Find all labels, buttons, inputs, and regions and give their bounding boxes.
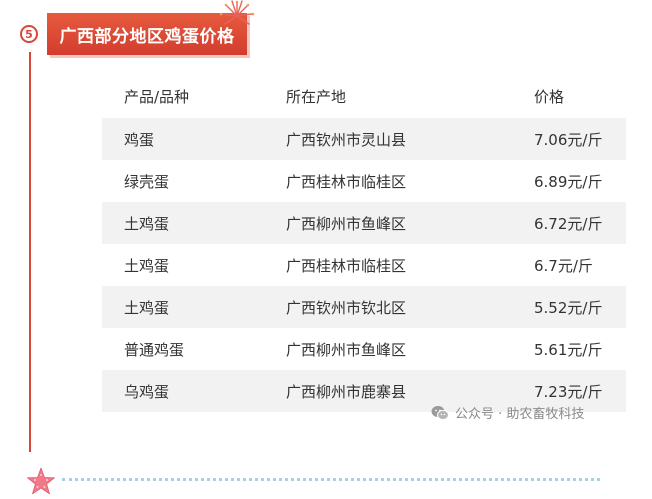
section-number: 5: [25, 27, 33, 41]
egg-price-table: 产品/品种 所在产地 价格 鸡蛋 广西钦州市灵山县 7.06元/斤 绿壳蛋 广西…: [102, 74, 626, 412]
header-product: 产品/品种: [124, 87, 190, 106]
cell-origin: 广西桂林市临桂区: [286, 172, 407, 191]
cell-origin: 广西桂林市临桂区: [286, 256, 407, 275]
cell-product: 鸡蛋: [102, 118, 286, 160]
table-header-row: 产品/品种 所在产地 价格: [102, 74, 626, 118]
cell-origin: 广西钦州市灵山县: [286, 118, 534, 160]
cell-product: 土鸡蛋: [102, 202, 286, 244]
wechat-icon: [431, 405, 449, 420]
section-title: 广西部分地区鸡蛋价格: [59, 26, 235, 47]
cell-product: 土鸡蛋: [124, 256, 170, 275]
table-row: 绿壳蛋 广西桂林市临桂区 6.89元/斤: [102, 160, 626, 202]
cell-origin: 广西柳州市鱼峰区: [286, 202, 534, 244]
dotted-divider: [62, 478, 600, 481]
table-row: 土鸡蛋 广西桂林市临桂区 6.7元/斤: [102, 244, 626, 286]
cell-product: 土鸡蛋: [102, 286, 286, 328]
cell-price: 6.72元/斤: [534, 202, 626, 244]
firework-icon: [219, 0, 255, 25]
cell-price: 7.06元/斤: [534, 118, 626, 160]
header-price: 价格: [534, 87, 565, 106]
cell-price: 6.89元/斤: [534, 172, 603, 191]
cell-price: 5.61元/斤: [534, 340, 603, 359]
header-origin: 所在产地: [286, 87, 347, 106]
starfish-icon: [27, 467, 55, 495]
cell-price: 5.52元/斤: [534, 286, 626, 328]
table-row: 土鸡蛋 广西钦州市钦北区 5.52元/斤: [102, 286, 626, 328]
cell-product: 绿壳蛋: [124, 172, 170, 191]
table-row: 鸡蛋 广西钦州市灵山县 7.06元/斤: [102, 118, 626, 160]
section-number-badge: 5: [20, 25, 38, 43]
table-row: 普通鸡蛋 广西柳州市鱼峰区 5.61元/斤: [102, 328, 626, 370]
watermark-text: 公众号 · 助农畜牧科技: [455, 407, 585, 422]
table-row: 土鸡蛋 广西柳州市鱼峰区 6.72元/斤: [102, 202, 626, 244]
cell-origin: 广西钦州市钦北区: [286, 286, 534, 328]
cell-origin: 广西柳州市鱼峰区: [286, 340, 407, 359]
timeline-line: [29, 52, 31, 452]
cell-product: 乌鸡蛋: [102, 370, 286, 412]
watermark: 公众号 · 助农畜牧科技: [431, 403, 584, 422]
cell-price: 6.7元/斤: [534, 256, 593, 275]
cell-product: 普通鸡蛋: [124, 340, 185, 359]
